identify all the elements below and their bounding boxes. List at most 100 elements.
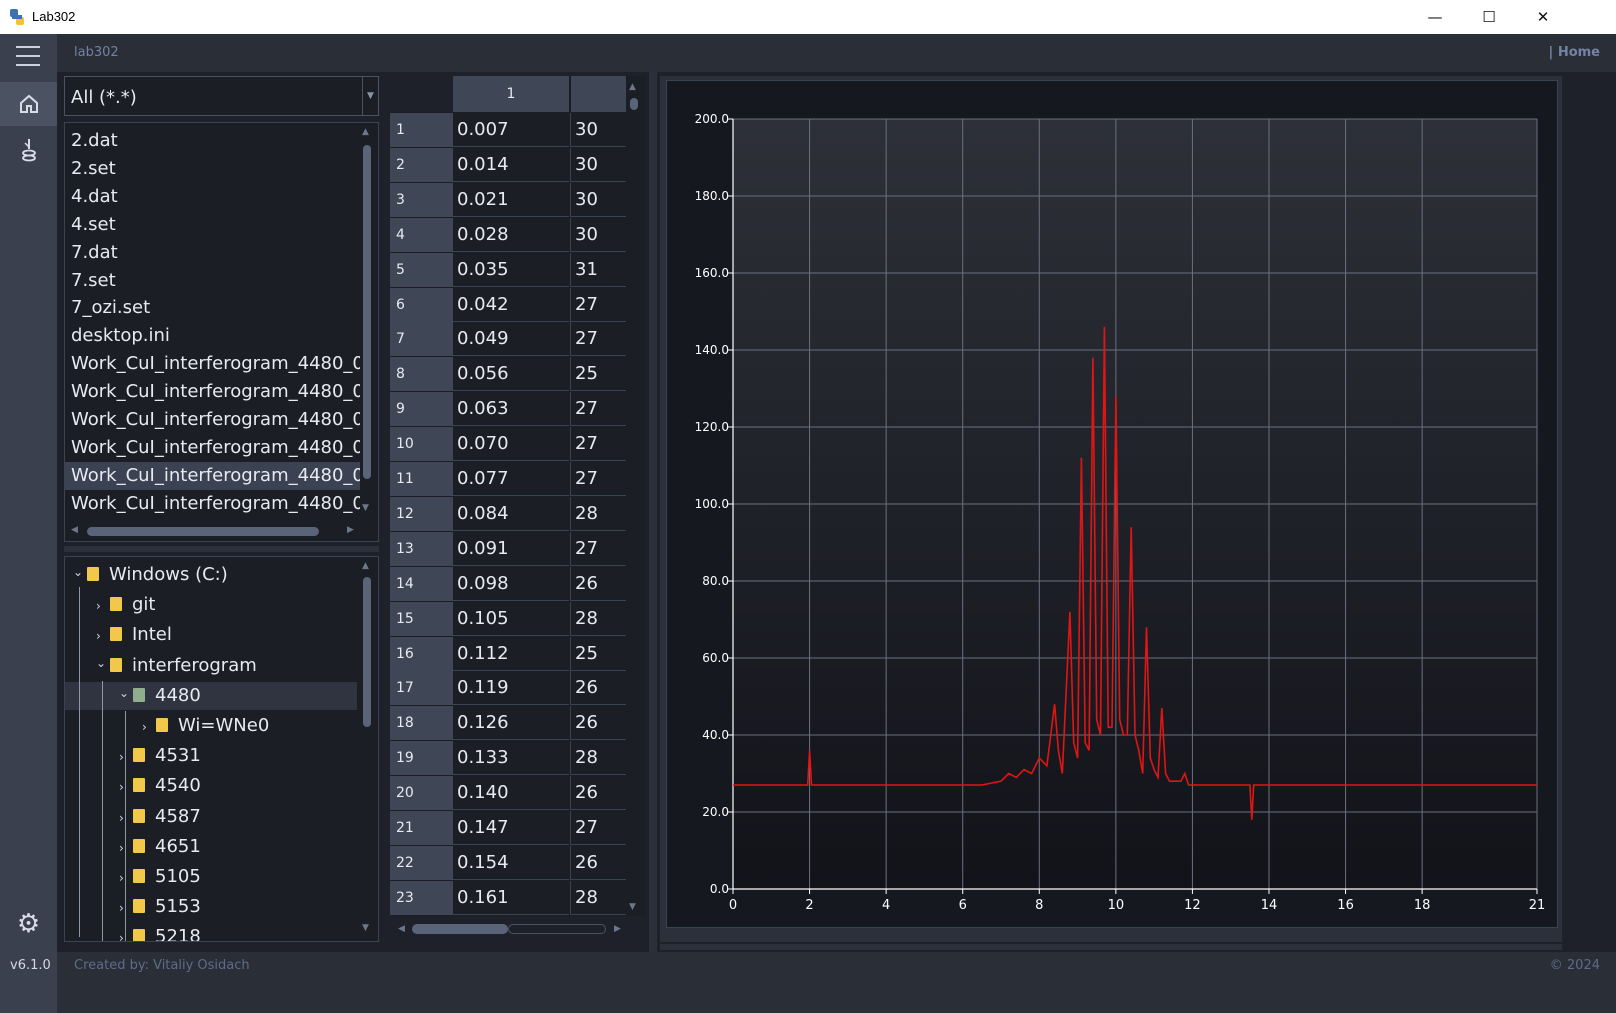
- table-cell[interactable]: 0.049: [453, 322, 569, 357]
- table-row[interactable]: 8 0.056 25: [390, 357, 646, 392]
- menu-icon[interactable]: [16, 46, 40, 70]
- scroll-left-icon[interactable]: ◀: [398, 924, 405, 934]
- table-row[interactable]: 3 0.021 30: [390, 182, 646, 218]
- tree-node[interactable]: ⌄ 4480: [119, 682, 201, 710]
- tree-node[interactable]: ⌄ Windows (C:): [73, 561, 228, 589]
- scroll-down-icon[interactable]: ▼: [362, 923, 369, 933]
- chevron-down-icon[interactable]: ⌄: [96, 649, 110, 677]
- table-cell[interactable]: 0.063: [453, 392, 569, 427]
- table-cell[interactable]: 27: [570, 811, 626, 845]
- row-header[interactable]: 13: [390, 531, 453, 566]
- row-header[interactable]: 10: [390, 427, 453, 462]
- tree-node[interactable]: ⌄ interferogram: [96, 652, 257, 680]
- chevron-right-icon[interactable]: ›: [119, 834, 133, 862]
- table-cell[interactable]: 0.105: [453, 602, 569, 636]
- scroll-thumb[interactable]: [630, 98, 638, 110]
- file-list-item[interactable]: 4.set: [65, 211, 360, 239]
- scroll-down-icon[interactable]: ▼: [362, 503, 369, 513]
- table-row[interactable]: 7 0.049 27: [390, 322, 646, 357]
- table-row[interactable]: 10 0.070 27: [390, 427, 646, 462]
- table-cell[interactable]: 0.119: [453, 671, 569, 706]
- table-cell[interactable]: 28: [570, 880, 626, 915]
- tree-node[interactable]: › 4587: [119, 803, 201, 831]
- table-row[interactable]: 20 0.140 26: [390, 776, 646, 811]
- row-header[interactable]: 22: [390, 845, 453, 880]
- table-cell[interactable]: 26: [570, 776, 626, 811]
- row-header[interactable]: 18: [390, 706, 453, 741]
- file-list-item[interactable]: 4.dat: [65, 183, 360, 211]
- table-cell[interactable]: 0.035: [453, 253, 569, 287]
- file-list-item[interactable]: Work_CuI_interferogram_4480_05.c: [65, 461, 360, 490]
- tree-node[interactable]: › Wi=WNe0: [142, 712, 269, 740]
- table-row[interactable]: 15 0.105 28: [390, 601, 646, 637]
- table-row[interactable]: 16 0.112 25: [390, 636, 646, 672]
- table-cell[interactable]: 27: [570, 322, 626, 357]
- row-header[interactable]: 21: [390, 811, 453, 845]
- row-header[interactable]: 11: [390, 462, 453, 496]
- table-cell[interactable]: 0.070: [453, 427, 569, 462]
- column-header[interactable]: 1: [453, 76, 569, 112]
- table-row[interactable]: 22 0.154 26: [390, 845, 646, 881]
- scroll-right-icon[interactable]: ▶: [347, 525, 354, 535]
- table-cell[interactable]: 27: [570, 287, 626, 322]
- tree-node[interactable]: › 4531: [119, 742, 201, 770]
- tree-node[interactable]: › Intel: [96, 621, 172, 649]
- chevron-right-icon[interactable]: ›: [96, 622, 110, 650]
- table-cell[interactable]: 25: [570, 636, 626, 671]
- table-row[interactable]: 2 0.014 30: [390, 147, 646, 183]
- table-row[interactable]: 11 0.077 27: [390, 462, 646, 497]
- row-header[interactable]: 3: [390, 182, 453, 217]
- file-list-item[interactable]: 7.set: [65, 267, 360, 295]
- table-row[interactable]: 4 0.028 30: [390, 217, 646, 253]
- close-button[interactable]: ✕: [1516, 0, 1570, 34]
- table-cell[interactable]: 30: [570, 113, 626, 147]
- table-cell[interactable]: 0.056: [453, 357, 569, 392]
- table-cell[interactable]: 27: [570, 462, 626, 496]
- table-row[interactable]: 6 0.042 27: [390, 287, 646, 323]
- table-cell[interactable]: 26: [570, 845, 626, 880]
- table-row[interactable]: 12 0.084 28: [390, 496, 646, 532]
- file-list-item[interactable]: Work_CuI_interferogram_4480_03.c: [65, 406, 360, 434]
- chevron-down-icon[interactable]: ⌄: [119, 679, 133, 707]
- tree-vscrollbar[interactable]: ▲ ▼: [360, 557, 374, 941]
- row-header[interactable]: 17: [390, 671, 453, 706]
- panel-splitter[interactable]: [64, 546, 379, 552]
- chevron-right-icon[interactable]: ›: [119, 894, 133, 922]
- table-cell[interactable]: 0.140: [453, 776, 569, 811]
- scroll-thumb[interactable]: [87, 527, 319, 536]
- table-cell[interactable]: 0.014: [453, 148, 569, 182]
- row-header[interactable]: 8: [390, 357, 453, 392]
- row-header[interactable]: 15: [390, 601, 453, 636]
- scroll-thumb[interactable]: [363, 145, 371, 479]
- file-list-item[interactable]: Work_CuI_interferogram_4480_06.c: [65, 490, 360, 518]
- file-list-item[interactable]: Work_CuI_interferogram_4480_01.c: [65, 350, 360, 378]
- table-cell[interactable]: 0.091: [453, 532, 569, 566]
- tree-node[interactable]: › 4651: [119, 833, 201, 861]
- table-cell[interactable]: 27: [570, 392, 626, 427]
- scroll-left-icon[interactable]: ◀: [71, 525, 78, 535]
- row-header[interactable]: 1: [390, 113, 453, 147]
- row-header[interactable]: 14: [390, 566, 453, 601]
- sidebar-home-button[interactable]: [0, 82, 57, 126]
- tree-node[interactable]: › git: [96, 591, 155, 619]
- row-header[interactable]: 9: [390, 392, 453, 427]
- table-row[interactable]: 13 0.091 27: [390, 531, 646, 567]
- table-row[interactable]: 5 0.035 31: [390, 252, 646, 288]
- chevron-down-icon[interactable]: ⌄: [73, 558, 87, 586]
- table-cell[interactable]: 26: [570, 671, 626, 706]
- table-vscrollbar[interactable]: ▲ ▼: [627, 76, 641, 912]
- scroll-thumb[interactable]: [363, 577, 371, 727]
- scroll-up-icon[interactable]: ▲: [629, 82, 636, 92]
- table-hscrollbar[interactable]: ◀ ▶: [390, 916, 646, 942]
- settings-button[interactable]: ⚙: [0, 902, 57, 946]
- table-row[interactable]: 21 0.147 27: [390, 811, 646, 846]
- chevron-right-icon[interactable]: ›: [119, 804, 133, 832]
- maximize-button[interactable]: ☐: [1462, 0, 1516, 34]
- sidebar-lab-button[interactable]: [0, 130, 57, 170]
- table-cell[interactable]: 28: [570, 601, 626, 636]
- table-cell[interactable]: 0.077: [453, 462, 569, 496]
- tree-node[interactable]: › 5105: [119, 863, 201, 891]
- table-cell[interactable]: 30: [570, 147, 626, 182]
- table-row[interactable]: 18 0.126 26: [390, 706, 646, 741]
- table-cell[interactable]: 30: [570, 217, 626, 252]
